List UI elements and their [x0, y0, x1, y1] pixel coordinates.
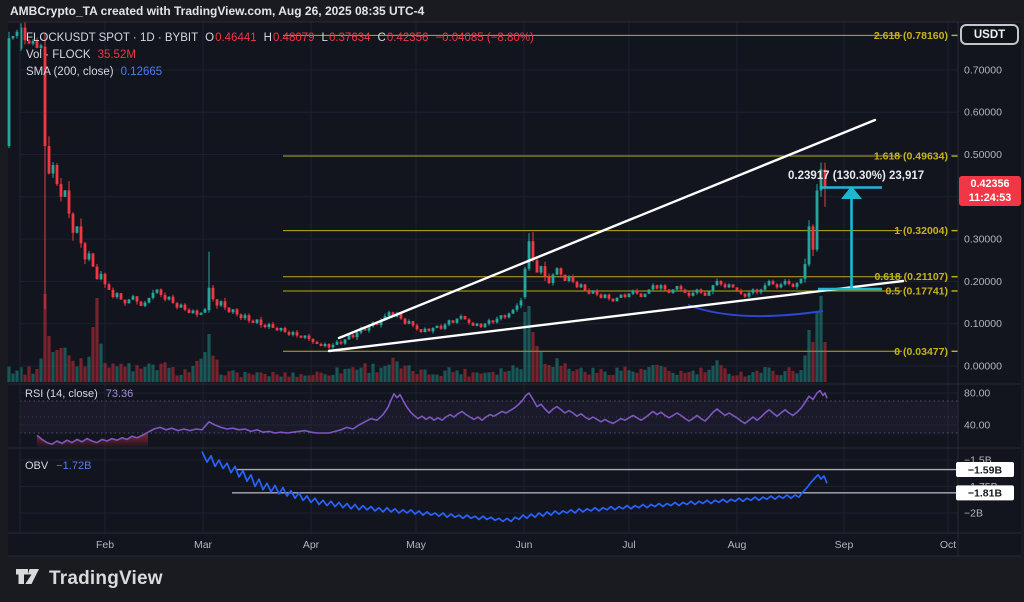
svg-text:Jun: Jun — [516, 539, 533, 551]
svg-text:Apr: Apr — [303, 539, 320, 551]
svg-text:0.70000: 0.70000 — [964, 64, 1002, 76]
svg-text:0.00000: 0.00000 — [964, 361, 1002, 373]
obv-legend[interactable]: OBV −1.72B — [25, 460, 91, 472]
chart-legend: FLOCKUSDT SPOT · 1D · BYBIT O0.46441 H0.… — [26, 30, 534, 81]
svg-text:40.00: 40.00 — [964, 420, 990, 432]
currency-toggle-label: USDT — [974, 29, 1005, 41]
symbol-row[interactable]: FLOCKUSDT SPOT · 1D · BYBIT O0.46441 H0.… — [26, 30, 534, 47]
svg-text:Sep: Sep — [835, 539, 854, 551]
rsi-value: 73.36 — [106, 388, 134, 400]
close-value: 0.42356 — [387, 30, 429, 47]
svg-text:80.00: 80.00 — [964, 388, 990, 400]
tradingview-chart-screenshot: AMBCrypto_TA created with TradingView.co… — [0, 0, 1024, 602]
svg-text:May: May — [406, 539, 427, 551]
sma-label[interactable]: SMA (200, close) — [26, 64, 114, 81]
high-label: H — [264, 30, 272, 47]
open-label: O — [205, 30, 214, 47]
change-value: −0.04085 (−8.80%) — [435, 30, 533, 47]
last-price-badge: 0.42356 11:24:53 — [959, 176, 1021, 206]
close-label: C — [378, 30, 386, 47]
obv-label[interactable]: OBV — [25, 460, 48, 472]
obv-value: −1.72B — [56, 460, 91, 472]
fib-label: 0.618 (0.21107) — [874, 271, 948, 283]
svg-text:0.10000: 0.10000 — [964, 318, 1002, 330]
svg-text:0.20000: 0.20000 — [964, 276, 1002, 288]
svg-text:0.30000: 0.30000 — [964, 234, 1002, 246]
fib-label: 2.618 (0.78160) — [874, 30, 948, 42]
price-chart-canvas[interactable]: 2.618 (0.78160) 1.618 (0.49634) 1 (0.32004… — [0, 0, 1024, 602]
tradingview-logo-icon[interactable] — [14, 563, 41, 595]
fib-label: 1.618 (0.49634) — [874, 151, 948, 163]
fib-label: 1 (0.32004) — [894, 225, 948, 237]
svg-text:−1.81B: −1.81B — [968, 488, 1003, 500]
symbol-title[interactable]: FLOCKUSDT SPOT · 1D · BYBIT — [26, 30, 198, 47]
tradingview-logo-text[interactable]: TradingView — [49, 568, 163, 590]
high-value: 0.48079 — [273, 30, 315, 47]
rsi-label[interactable]: RSI (14, close) — [25, 388, 98, 400]
svg-text:Oct: Oct — [940, 539, 956, 551]
svg-text:−2B: −2B — [964, 508, 983, 520]
measure-label: 0.23917 (130.30%) 23,917 — [788, 170, 924, 182]
fib-label: 0.5 (0.17741) — [886, 285, 948, 297]
fib-label: 0 (0.03477) — [894, 346, 948, 358]
footer-bar: TradingView — [0, 556, 1024, 602]
open-value: 0.46441 — [215, 30, 257, 47]
volume-row[interactable]: Vol · FLOCK 35.52M — [26, 47, 534, 64]
sma-row[interactable]: SMA (200, close) 0.12665 — [26, 64, 534, 81]
low-value: 0.37634 — [329, 30, 371, 47]
volume-label[interactable]: Vol · FLOCK — [26, 47, 91, 64]
last-price-value: 0.42356 — [959, 177, 1021, 191]
svg-text:Mar: Mar — [194, 539, 213, 551]
svg-text:−1.59B: −1.59B — [968, 464, 1003, 476]
currency-toggle-button[interactable]: USDT — [960, 24, 1019, 45]
svg-text:Aug: Aug — [728, 539, 747, 551]
svg-text:Feb: Feb — [96, 539, 114, 551]
countdown-timer: 11:24:53 — [959, 191, 1021, 205]
rsi-legend[interactable]: RSI (14, close) 73.36 — [25, 388, 133, 400]
low-label: L — [322, 30, 328, 47]
svg-text:0.60000: 0.60000 — [964, 107, 1002, 119]
svg-text:0.50000: 0.50000 — [964, 149, 1002, 161]
sma-value: 0.12665 — [121, 64, 163, 81]
volume-value: 35.52M — [98, 47, 136, 64]
svg-text:Jul: Jul — [622, 539, 635, 551]
